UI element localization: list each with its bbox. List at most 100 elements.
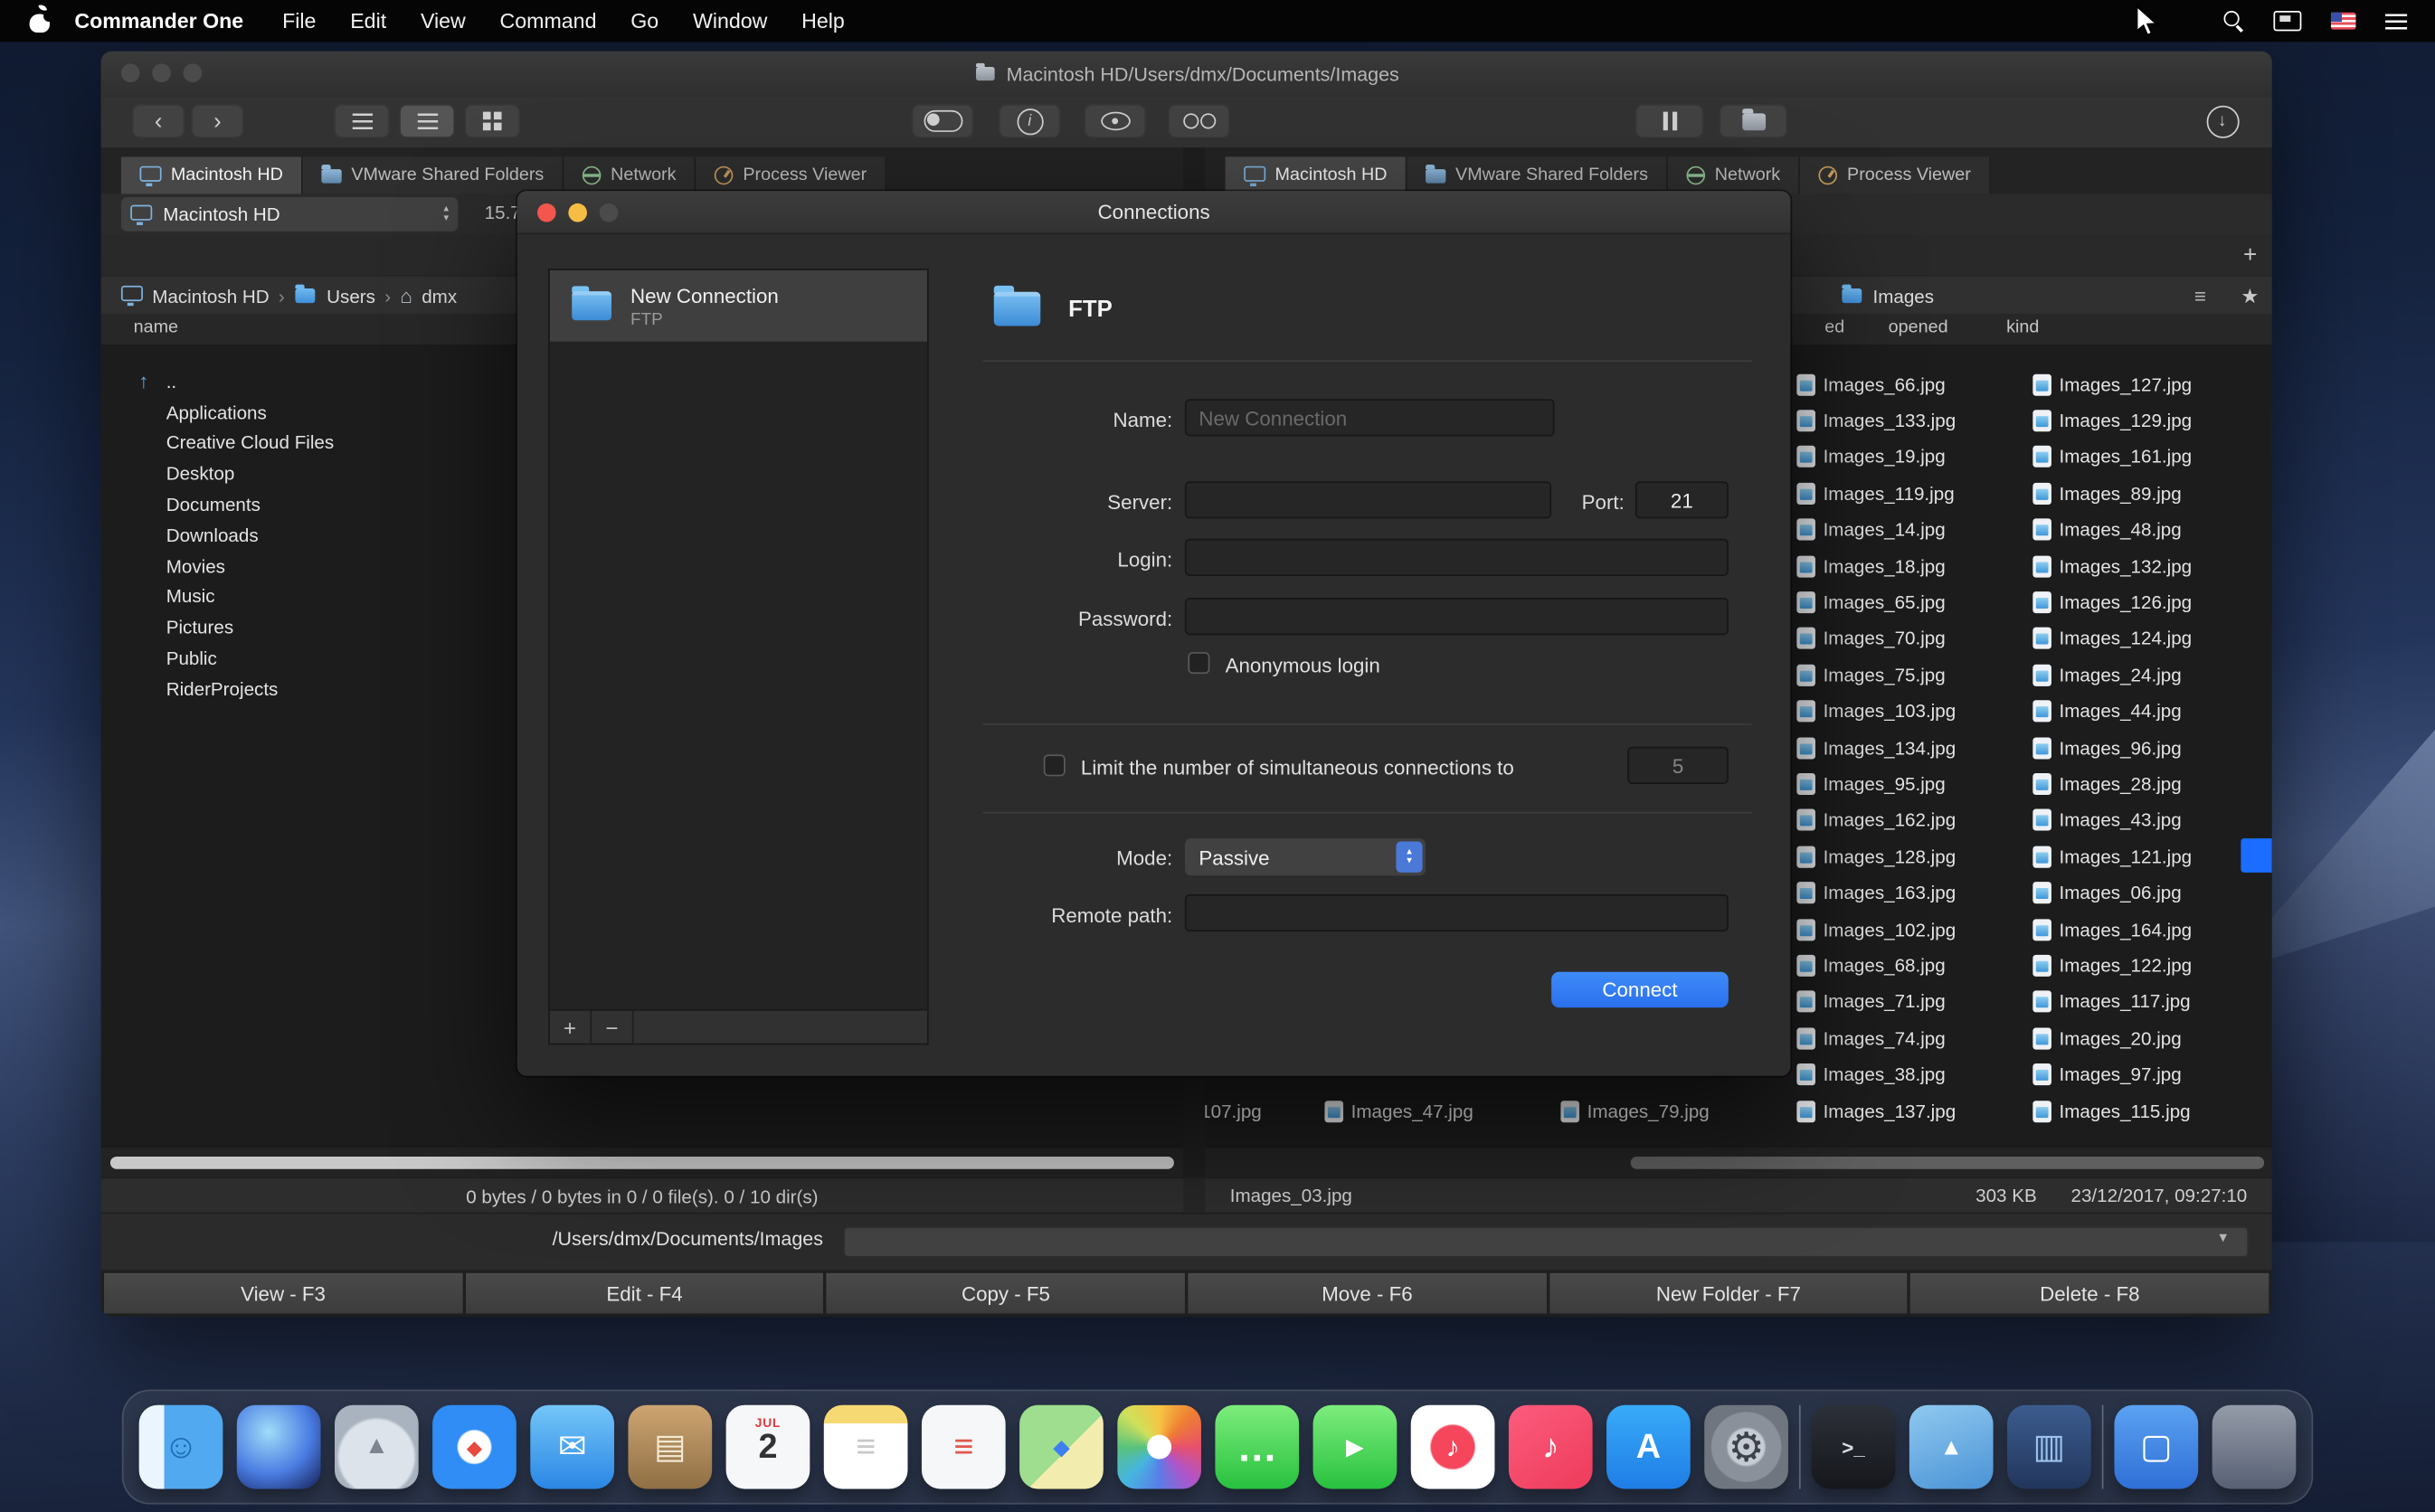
- file-row[interactable]: Images_162.jpg: [1768, 802, 2004, 838]
- file-row[interactable]: Images_97.jpg: [2004, 1056, 2241, 1092]
- remove-connection-button[interactable]: −: [592, 1012, 632, 1043]
- calendar[interactable]: JUL 2: [726, 1405, 810, 1489]
- file-row[interactable]: Images_124.jpg: [2004, 620, 2241, 657]
- file-row[interactable]: Images_48.jpg: [2004, 512, 2241, 548]
- file-row[interactable]: Images_65.jpg: [1768, 584, 2004, 620]
- menu-item[interactable]: View: [403, 0, 483, 42]
- file-row[interactable]: Images_119.jpg: [1768, 476, 2004, 512]
- menu-item[interactable]: File: [265, 0, 333, 42]
- messages[interactable]: …: [1215, 1405, 1299, 1489]
- pane-tab[interactable]: Network: [564, 156, 696, 194]
- port-field[interactable]: [1635, 481, 1729, 518]
- column-header[interactable]: opened: [1889, 318, 1948, 337]
- file-row[interactable]: Images_38.jpg: [1768, 1056, 2004, 1092]
- file-row[interactable]: Images_06.jpg: [2004, 874, 2241, 911]
- file-row[interactable]: Images_129.jpg: [2004, 402, 2241, 439]
- file-row[interactable]: Images_70.jpg: [1768, 620, 2004, 657]
- server-field[interactable]: [1185, 481, 1551, 518]
- file-row[interactable]: Images_79.jpg: [1533, 1093, 1710, 1129]
- menu-item[interactable]: Command: [483, 0, 614, 42]
- queue-toggle-button[interactable]: [912, 104, 974, 138]
- file-row[interactable]: Images_74.jpg: [1768, 1020, 2004, 1056]
- photos[interactable]: [1117, 1405, 1201, 1489]
- file-row[interactable]: Images_128.jpg: [1768, 838, 2004, 874]
- preview-button[interactable]: [1084, 104, 1146, 138]
- file-row[interactable]: Images_164.jpg: [2004, 912, 2241, 948]
- contacts[interactable]: ▤: [628, 1405, 712, 1489]
- limit-count-field[interactable]: [1627, 747, 1729, 784]
- file-row[interactable]: Images_28.jpg: [2004, 766, 2241, 802]
- function-key-button[interactable]: Edit - F4: [465, 1273, 823, 1314]
- function-key-button[interactable]: Move - F6: [1188, 1273, 1546, 1314]
- folder-compare-button[interactable]: [1720, 104, 1788, 138]
- pause-queue-button[interactable]: [1635, 104, 1704, 138]
- file-row[interactable]: Images_121.jpg: [2004, 838, 2241, 874]
- column-header-name[interactable]: name: [134, 318, 178, 337]
- column-header[interactable]: ed: [1824, 318, 1844, 337]
- info-button[interactable]: i: [999, 104, 1061, 138]
- forward-button[interactable]: ›: [191, 104, 243, 138]
- function-key-button[interactable]: View - F3: [104, 1273, 462, 1314]
- login-field[interactable]: [1185, 539, 1729, 576]
- breadcrumb-item[interactable]: ⌂ dmx: [400, 285, 457, 307]
- favorites-star-icon[interactable]: ★: [2241, 277, 2259, 316]
- finder[interactable]: ☺: [139, 1405, 223, 1489]
- download-button[interactable]: ↓: [2197, 104, 2247, 138]
- displays-icon[interactable]: [2273, 11, 2301, 31]
- file-row[interactable]: Images_75.jpg: [1768, 657, 2004, 693]
- system-preferences[interactable]: ⚙: [1704, 1405, 1788, 1489]
- pane-tab[interactable]: Network: [1668, 156, 1800, 194]
- dialog-minimize-button[interactable]: [568, 203, 587, 222]
- finder-window[interactable]: ▢: [2114, 1405, 2198, 1489]
- file-row[interactable]: Images_163.jpg: [1768, 874, 2004, 911]
- file-row[interactable]: Images_18.jpg: [1768, 548, 2004, 584]
- dialog-zoom-button[interactable]: [600, 203, 619, 222]
- file-row[interactable]: Images_127.jpg: [2004, 366, 2241, 402]
- command-line-input[interactable]: [843, 1226, 2249, 1257]
- pane-tab[interactable]: Process Viewer: [696, 156, 887, 194]
- file-row[interactable]: Images_117.jpg: [2004, 984, 2241, 1020]
- mail[interactable]: ✉: [530, 1405, 614, 1489]
- launchpad[interactable]: ▲: [335, 1405, 419, 1489]
- breadcrumb-item[interactable]: Macintosh HD: [121, 285, 270, 307]
- music[interactable]: ♪: [1509, 1405, 1593, 1489]
- connection-list-item[interactable]: New Connection FTP: [550, 270, 927, 342]
- back-button[interactable]: ‹: [132, 104, 185, 138]
- add-connection-button[interactable]: +: [550, 1012, 591, 1043]
- file-row[interactable]: Images_96.jpg: [2004, 730, 2241, 766]
- breadcrumb-item[interactable]: Users: [294, 285, 375, 307]
- connect-button[interactable]: Connect: [1551, 972, 1729, 1007]
- app-store[interactable]: A: [1606, 1405, 1691, 1489]
- file-row[interactable]: Images_132.jpg: [2004, 548, 2241, 584]
- commander-one[interactable]: ▥: [2007, 1405, 2091, 1489]
- menu-item[interactable]: Go: [613, 0, 676, 42]
- file-row[interactable]: Images_126.jpg: [2004, 584, 2241, 620]
- file-row[interactable]: Images_137.jpg: [1768, 1092, 2004, 1129]
- command-history-chevron-icon[interactable]: ▾: [2219, 1230, 2227, 1247]
- file-row[interactable]: Images_134.jpg: [1768, 730, 2004, 766]
- menu-list-icon[interactable]: [2385, 14, 2407, 29]
- mode-select[interactable]: Passive ▴▾: [1185, 838, 1426, 875]
- function-key-button[interactable]: New Folder - F7: [1549, 1273, 1908, 1314]
- drive-selector[interactable]: Macintosh HD ▴▾: [121, 197, 459, 232]
- reminders[interactable]: ≡: [922, 1405, 1006, 1489]
- app-menu-title[interactable]: Commander One: [74, 9, 243, 33]
- add-tab-button[interactable]: +: [2235, 239, 2266, 269]
- name-field[interactable]: [1185, 399, 1555, 436]
- pane-tab[interactable]: VMware Shared Folders: [303, 156, 564, 194]
- dialog-close-button[interactable]: [537, 203, 556, 222]
- view-options-icon[interactable]: ≡: [2194, 277, 2206, 316]
- file-row[interactable]: Images_47.jpg: [1297, 1093, 1473, 1129]
- password-field[interactable]: [1185, 598, 1729, 635]
- minimize-button[interactable]: [152, 63, 171, 82]
- pane-tab[interactable]: Process Viewer: [1801, 156, 1992, 194]
- file-row[interactable]: Images_89.jpg: [2004, 476, 2241, 512]
- pane-tab[interactable]: Macintosh HD: [121, 156, 303, 194]
- file-row[interactable]: Images_107.jpg: [1205, 1093, 1262, 1129]
- input-source-flag-icon[interactable]: [2331, 13, 2355, 30]
- search-icon[interactable]: [2224, 11, 2244, 31]
- menu-item[interactable]: Help: [784, 0, 861, 42]
- close-button[interactable]: [121, 63, 140, 82]
- file-row[interactable]: Images_133.jpg: [1768, 402, 2004, 439]
- itunes[interactable]: ♪: [1411, 1405, 1495, 1489]
